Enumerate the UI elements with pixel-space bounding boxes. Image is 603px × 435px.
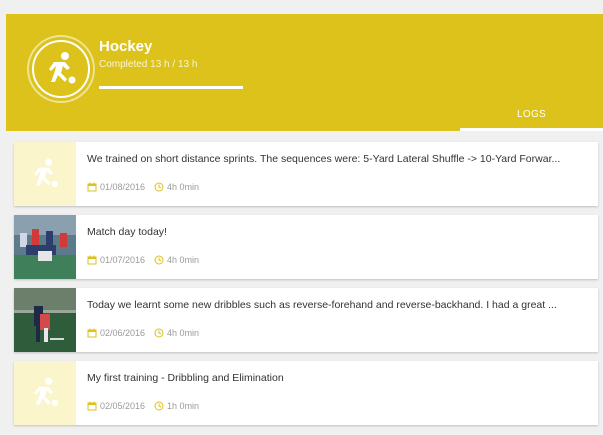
hockey-player-icon <box>34 158 59 188</box>
log-meta: 01/08/2016 4h 0min <box>87 182 208 192</box>
log-meta: 02/05/2016 1h 0min <box>87 401 208 411</box>
log-duration: 4h 0min <box>167 328 200 338</box>
log-duration: 1h 0min <box>167 401 200 411</box>
log-thumbnail-photo <box>14 215 76 279</box>
calendar-icon <box>87 182 97 192</box>
log-date: 01/07/2016 <box>100 255 146 265</box>
log-card[interactable]: We trained on short distance sprints. Th… <box>14 142 598 206</box>
log-card[interactable]: Today we learnt some new dribbles such a… <box>14 288 598 352</box>
log-thumbnail-photo <box>14 288 76 352</box>
log-meta: 02/06/2016 4h 0min <box>87 328 208 338</box>
clock-icon <box>154 255 164 265</box>
log-meta: 01/07/2016 4h 0min <box>87 255 208 265</box>
sport-header: Hockey Completed 13 h / 13 h LOGS <box>6 14 603 131</box>
dribble-photo <box>14 288 76 352</box>
calendar-icon <box>87 255 97 265</box>
hockey-player-icon <box>49 52 76 84</box>
log-text: We trained on short distance sprints. Th… <box>87 153 561 165</box>
sport-avatar <box>27 35 95 103</box>
calendar-icon <box>87 401 97 411</box>
completion-text: Completed 13 h / 13 h <box>99 59 198 70</box>
log-card[interactable]: Match day today! 01/07/2016 4h 0min <box>14 215 598 279</box>
progress-bar <box>99 86 243 89</box>
log-date: 02/05/2016 <box>100 401 146 411</box>
tab-active-indicator <box>460 128 603 131</box>
match-photo <box>14 215 76 279</box>
log-date: 02/06/2016 <box>100 328 146 338</box>
sport-title: Hockey <box>99 38 153 55</box>
log-text: Today we learnt some new dribbles such a… <box>87 299 557 311</box>
calendar-icon <box>87 328 97 338</box>
clock-icon <box>154 182 164 192</box>
clock-icon <box>154 401 164 411</box>
log-thumbnail-placeholder <box>14 142 76 206</box>
clock-icon <box>154 328 164 338</box>
tab-logs[interactable]: LOGS <box>460 98 603 131</box>
log-thumbnail-placeholder <box>14 361 76 425</box>
log-duration: 4h 0min <box>167 255 200 265</box>
log-text: Match day today! <box>87 226 167 238</box>
hockey-player-icon <box>34 377 59 407</box>
log-duration: 4h 0min <box>167 182 200 192</box>
progress-fill <box>99 86 243 89</box>
log-date: 01/08/2016 <box>100 182 146 192</box>
log-text: My first training - Dribbling and Elimin… <box>87 372 284 384</box>
log-list: We trained on short distance sprints. Th… <box>14 142 598 434</box>
log-card[interactable]: My first training - Dribbling and Elimin… <box>14 361 598 425</box>
